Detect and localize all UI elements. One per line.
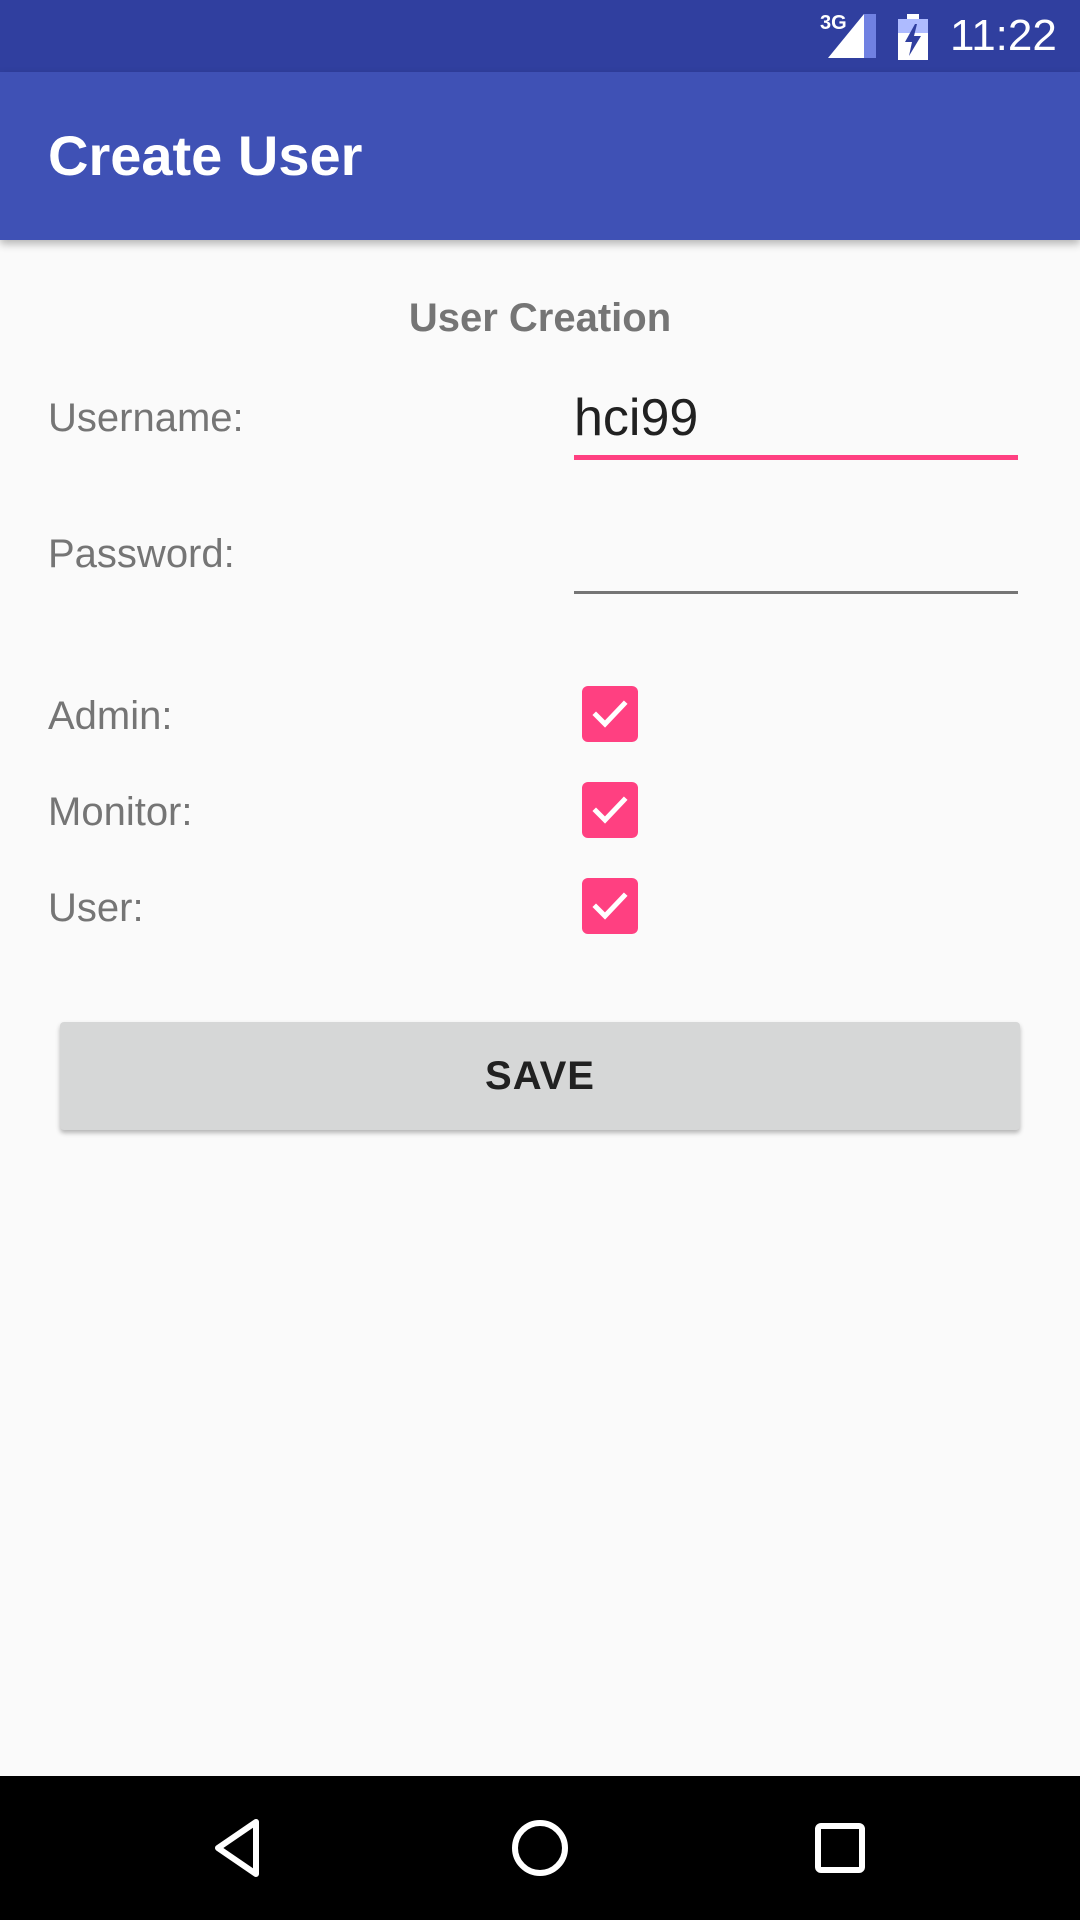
monitor-checkbox[interactable] xyxy=(582,782,638,838)
admin-label: Admin: xyxy=(48,694,173,738)
password-label: Password: xyxy=(48,532,235,576)
back-icon[interactable] xyxy=(204,1812,276,1884)
monitor-label: Monitor: xyxy=(48,790,193,834)
username-label: Username: xyxy=(48,396,244,440)
recents-icon[interactable] xyxy=(804,1812,876,1884)
check-icon xyxy=(592,892,628,920)
admin-checkbox[interactable] xyxy=(582,686,638,742)
app-bar: Create User xyxy=(0,72,1080,240)
user-label: User: xyxy=(48,886,144,930)
user-checkbox[interactable] xyxy=(582,878,638,934)
home-icon[interactable] xyxy=(504,1812,576,1884)
battery-charging-icon xyxy=(898,14,928,60)
clock: 11:22 xyxy=(950,11,1057,60)
check-icon xyxy=(592,796,628,824)
password-field[interactable] xyxy=(574,514,1018,594)
form-heading: User Creation xyxy=(408,296,672,340)
status-bar: 3G 11:22 xyxy=(0,0,1080,72)
check-icon xyxy=(592,700,628,728)
save-button[interactable]: SAVE xyxy=(60,1022,1020,1130)
screen: 3G 11:22 Create User User Creation Usern… xyxy=(0,0,1080,1920)
navigation-bar xyxy=(0,1776,1080,1920)
signal-icon xyxy=(828,14,876,58)
username-field[interactable]: hci99 xyxy=(574,380,1018,460)
page-title: Create User xyxy=(48,124,363,187)
